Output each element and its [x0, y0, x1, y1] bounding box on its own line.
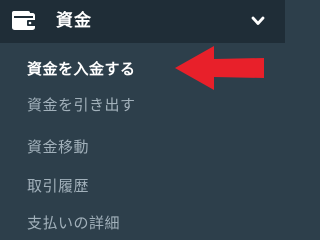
menu-item-transfer-funds[interactable]: 資金移動: [27, 137, 89, 157]
section-title: 資金: [56, 11, 92, 31]
menu-item-withdraw-funds[interactable]: 資金を引き出す: [27, 95, 136, 115]
chevron-down-icon[interactable]: [251, 15, 265, 27]
menu-item-payment-details[interactable]: 支払いの詳細: [27, 213, 120, 233]
menu-item-transaction-history[interactable]: 取引履歴: [27, 176, 89, 196]
menu-item-deposit-funds[interactable]: 資金を入金する: [27, 59, 136, 79]
red-arrow-icon: [175, 46, 264, 90]
funds-section-header[interactable]: 資金: [0, 0, 285, 43]
wallet-icon: [12, 11, 36, 30]
